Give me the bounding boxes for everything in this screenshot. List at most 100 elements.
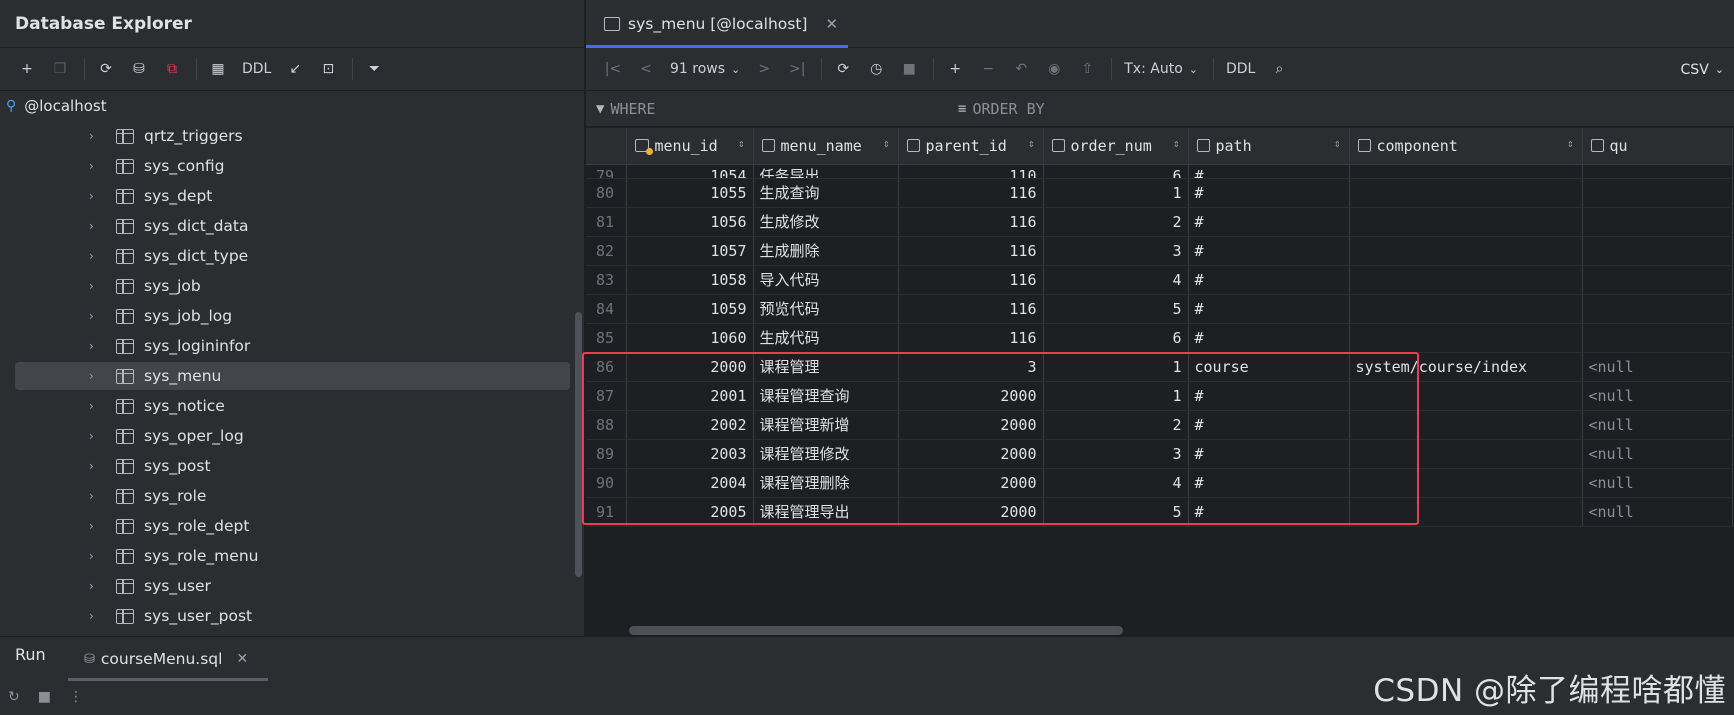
column-header-menu-name[interactable]: menu_name ⇕ <box>753 128 899 165</box>
cell-menu-name[interactable]: 预览代码 <box>753 294 899 324</box>
tree-item-sys-role[interactable]: › sys_role <box>0 481 584 511</box>
last-page-icon[interactable]: >| <box>782 54 812 84</box>
cell-menu-name[interactable]: 生成查询 <box>753 178 899 208</box>
chevron-right-icon[interactable]: › <box>89 219 107 233</box>
cell-component[interactable] <box>1349 439 1583 469</box>
cell-menu-name[interactable]: 课程管理导出 <box>753 497 899 527</box>
cell-order-num[interactable]: 3 <box>1043 236 1189 266</box>
table-row[interactable]: 89 2003 课程管理修改 2000 3 # <null <box>586 439 1733 469</box>
cell-parent-id[interactable]: 116 <box>898 236 1044 266</box>
tree-item-sys-config[interactable]: › sys_config <box>0 151 584 181</box>
cell-component[interactable] <box>1349 178 1583 208</box>
cell-component[interactable] <box>1349 207 1583 237</box>
table-row[interactable]: 85 1060 生成代码 116 6 # <box>586 323 1733 353</box>
cell-path[interactable]: course <box>1188 352 1350 382</box>
tree-item-sys-oper-log[interactable]: › sys_oper_log <box>0 421 584 451</box>
cell-menu-name[interactable]: 课程管理新增 <box>753 410 899 440</box>
cell-menu-id[interactable]: 1056 <box>626 207 754 237</box>
table-row[interactable]: 90 2004 课程管理删除 2000 4 # <null <box>586 468 1733 498</box>
column-header-query[interactable]: qu <box>1582 128 1733 165</box>
refresh-icon[interactable]: ⟳ <box>91 54 121 84</box>
cell-order-num[interactable]: 5 <box>1043 497 1189 527</box>
tree-item-sys-role-dept[interactable]: › sys_role_dept <box>0 511 584 541</box>
table-row[interactable]: 79 1054 任务导出 110 6 # <box>586 164 1733 179</box>
chevron-right-icon[interactable]: › <box>89 609 107 623</box>
filter-icon[interactable]: ⏷ <box>359 54 389 84</box>
column-header-menu-id[interactable]: menu_id ⇕ <box>626 128 754 165</box>
cell-menu-name[interactable]: 任务导出 <box>753 164 899 179</box>
vertical-scrollbar[interactable] <box>575 312 582 577</box>
cell-order-num[interactable]: 4 <box>1043 265 1189 295</box>
orderby-filter[interactable]: ≡ ORDER BY <box>958 100 1045 118</box>
tree-item-sys-logininfor[interactable]: › sys_logininfor <box>0 331 584 361</box>
table-row[interactable]: 88 2002 课程管理新增 2000 2 # <null <box>586 410 1733 440</box>
cell-parent-id[interactable]: 116 <box>898 265 1044 295</box>
chevron-right-icon[interactable]: › <box>89 159 107 173</box>
cell-menu-id[interactable]: 1057 <box>626 236 754 266</box>
cell-component[interactable]: system/course/index <box>1349 352 1583 382</box>
table-row[interactable]: 83 1058 导入代码 116 4 # <box>586 265 1733 295</box>
cell-order-num[interactable]: 5 <box>1043 294 1189 324</box>
tree-item-sys-dept[interactable]: › sys_dept <box>0 181 584 211</box>
tab-sys-menu[interactable]: sys_menu [@localhost] ✕ <box>586 0 848 48</box>
cell-order-num[interactable]: 1 <box>1043 381 1189 411</box>
chevron-right-icon[interactable]: › <box>89 129 107 143</box>
add-icon[interactable]: + <box>12 54 42 84</box>
cell-parent-id[interactable]: 116 <box>898 323 1044 353</box>
cell-parent-id[interactable]: 2000 <box>898 410 1044 440</box>
tree-item-sys-user[interactable]: › sys_user <box>0 571 584 601</box>
jump-to-source-icon[interactable]: ↙ <box>280 54 310 84</box>
sort-arrows-icon[interactable]: ⇕ <box>883 137 890 150</box>
cell-menu-name[interactable]: 课程管理 <box>753 352 899 382</box>
cell-query[interactable]: <null <box>1582 468 1733 498</box>
cell-query[interactable] <box>1582 236 1733 266</box>
reload-icon[interactable]: ⟳ <box>828 54 858 84</box>
cell-component[interactable] <box>1349 294 1583 324</box>
more-options-icon[interactable]: ⋮ <box>69 689 83 705</box>
tree-item-qrtz-triggers[interactable]: › qrtz_triggers <box>0 121 584 151</box>
tree-item-sys-job-log[interactable]: › sys_job_log <box>0 301 584 331</box>
tree-item-sys-notice[interactable]: › sys_notice <box>0 391 584 421</box>
cell-menu-name[interactable]: 导入代码 <box>753 265 899 295</box>
cell-parent-id[interactable]: 116 <box>898 207 1044 237</box>
cell-order-num[interactable]: 1 <box>1043 178 1189 208</box>
cell-menu-id[interactable]: 1055 <box>626 178 754 208</box>
tree-item-sys-post[interactable]: › sys_post <box>0 451 584 481</box>
cell-path[interactable]: # <box>1188 497 1350 527</box>
cell-parent-id[interactable]: 3 <box>898 352 1044 382</box>
cell-parent-id[interactable]: 116 <box>898 294 1044 324</box>
cell-path[interactable]: # <box>1188 381 1350 411</box>
chevron-right-icon[interactable]: › <box>89 249 107 263</box>
add-row-icon[interactable]: + <box>940 54 970 84</box>
table-row[interactable]: 81 1056 生成修改 116 2 # <box>586 207 1733 237</box>
cell-order-num[interactable]: 2 <box>1043 207 1189 237</box>
cell-query[interactable]: <null <box>1582 410 1733 440</box>
table-view-icon[interactable]: ▦ <box>203 54 233 84</box>
cell-menu-id[interactable]: 1060 <box>626 323 754 353</box>
cell-menu-id[interactable]: 2000 <box>626 352 754 382</box>
ddl-button[interactable]: DDL <box>236 54 277 84</box>
column-header-component[interactable]: component ⇕ <box>1349 128 1583 165</box>
cell-query[interactable]: <null <box>1582 381 1733 411</box>
cell-component[interactable] <box>1349 497 1583 527</box>
tree-item-sys-job[interactable]: › sys_job <box>0 271 584 301</box>
cell-menu-id[interactable]: 2003 <box>626 439 754 469</box>
cell-parent-id[interactable]: 2000 <box>898 497 1044 527</box>
cell-component[interactable] <box>1349 164 1583 179</box>
cell-query[interactable] <box>1582 323 1733 353</box>
cell-component[interactable] <box>1349 236 1583 266</box>
rerun-icon[interactable]: ↻ <box>8 689 20 705</box>
table-row[interactable]: 80 1055 生成查询 116 1 # <box>586 178 1733 208</box>
export-format-dropdown[interactable]: CSV ⌄ <box>1681 48 1724 91</box>
cell-menu-id[interactable]: 2002 <box>626 410 754 440</box>
datasource-properties-icon[interactable]: ⛁ <box>124 54 154 84</box>
copy-icon[interactable]: ❐ <box>45 54 75 84</box>
cell-query[interactable]: <null <box>1582 352 1733 382</box>
ddl-button[interactable]: DDL <box>1220 54 1261 84</box>
horizontal-scrollbar[interactable] <box>629 626 1123 635</box>
cell-order-num[interactable]: 6 <box>1043 164 1189 179</box>
stop-icon[interactable]: ■ <box>894 54 924 84</box>
tab-course-menu-sql[interactable]: ⛁ courseMenu.sql ✕ <box>84 637 267 681</box>
cell-menu-name[interactable]: 生成代码 <box>753 323 899 353</box>
chevron-right-icon[interactable]: › <box>89 369 107 383</box>
